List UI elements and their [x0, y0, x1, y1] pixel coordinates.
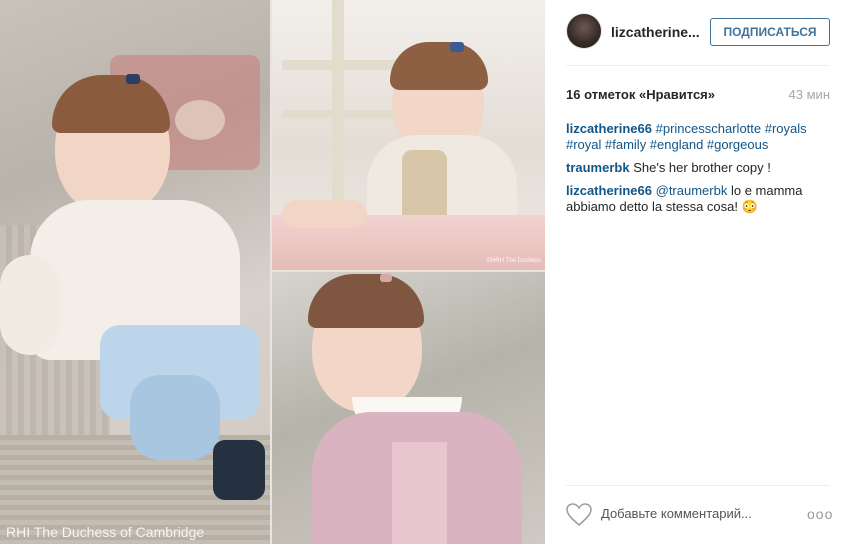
follow-button[interactable]: ПОДПИСАТЬСЯ [710, 18, 830, 46]
comment-input[interactable]: Добавьте комментарий... [601, 506, 752, 521]
photo-watermark-small: ©HRH The Duchess [486, 258, 541, 264]
comment-username[interactable]: traumerbk [566, 160, 630, 175]
photo-left-toddler-sweater: RHI The Duchess of Cambridge [0, 0, 270, 544]
post-info-panel: lizcatherine... ПОДПИСАТЬСЯ 16 отметок «… [545, 0, 847, 544]
post-username[interactable]: lizcatherine... [611, 24, 700, 40]
post-time[interactable]: 43 мин [789, 87, 830, 102]
comment-item: lizcatherine66 @traumerbk lo e mamma abb… [566, 183, 830, 215]
photo-watermark: RHI The Duchess of Cambridge [6, 524, 205, 540]
post-header: lizcatherine... ПОДПИСАТЬСЯ [545, 0, 847, 64]
photo-bottom-right-toddler-pink [272, 272, 545, 544]
comment-box-divider [566, 485, 830, 486]
photo-top-right-toddler-table: ©HRH The Duchess [272, 0, 545, 270]
heart-icon[interactable] [566, 503, 592, 527]
comments-list: lizcatherine66 #princesscharlotte #royal… [566, 121, 830, 222]
likes-count[interactable]: 16 отметок «Нравится» [566, 87, 715, 102]
comment-mention[interactable]: @traumerbk [656, 183, 728, 198]
post-photo[interactable]: RHI The Duchess of Cambridge ©HRH The Du… [0, 0, 545, 544]
comment-text: She's her brother copy ! [633, 160, 771, 175]
comment-item: lizcatherine66 #princesscharlotte #royal… [566, 121, 830, 153]
add-comment-bar: Добавьте комментарий... ooo [545, 497, 847, 533]
header-divider [566, 65, 830, 66]
more-options-icon[interactable]: ooo [807, 506, 833, 522]
avatar[interactable] [566, 13, 602, 49]
comment-username[interactable]: lizcatherine66 [566, 121, 652, 136]
comment-item: traumerbk She's her brother copy ! [566, 160, 830, 176]
comment-username[interactable]: lizcatherine66 [566, 183, 652, 198]
